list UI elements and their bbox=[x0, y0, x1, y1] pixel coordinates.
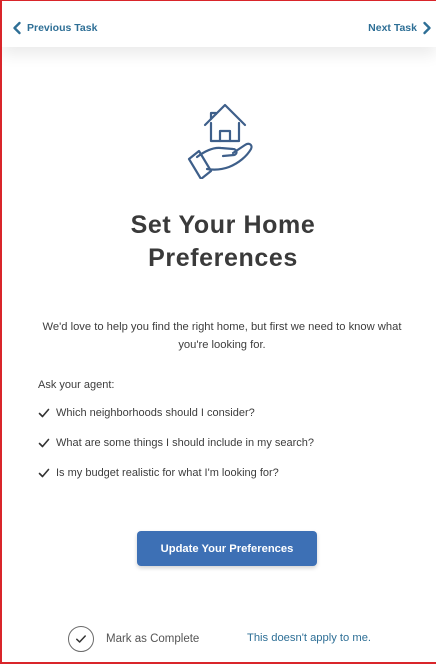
task-intro-text: We'd love to help you find the right hom… bbox=[42, 321, 402, 351]
question-text: What are some things I should include in… bbox=[56, 436, 315, 449]
check-circle-icon[interactable] bbox=[68, 626, 94, 652]
list-item: What are some things I should include in… bbox=[38, 435, 314, 450]
chevron-left-icon bbox=[10, 21, 24, 35]
checkmark-icon bbox=[38, 467, 50, 479]
task-navigation-bar: Previous Task Next Task bbox=[2, 1, 436, 47]
chevron-right-icon bbox=[420, 21, 434, 35]
previous-task-link[interactable]: Previous Task bbox=[10, 21, 97, 35]
task-title-line-1: Set Your Home bbox=[130, 211, 316, 239]
list-item: Is my budget realistic for what I'm look… bbox=[38, 465, 314, 480]
agent-questions-list: Which neighborhoods should I consider? W… bbox=[38, 405, 314, 495]
previous-task-label: Previous Task bbox=[27, 22, 98, 34]
task-title: Set Your Home Preferences bbox=[2, 209, 436, 275]
mark-as-complete-button[interactable]: Mark as Complete bbox=[68, 626, 199, 652]
task-title-line-2: Preferences bbox=[148, 244, 298, 272]
question-text: Which neighborhoods should I consider? bbox=[56, 406, 255, 419]
list-item: Which neighborhoods should I consider? bbox=[38, 405, 314, 420]
checkmark-icon bbox=[38, 437, 50, 449]
next-task-link[interactable]: Next Task bbox=[368, 21, 434, 35]
next-task-label: Next Task bbox=[368, 22, 417, 34]
mark-as-complete-label: Mark as Complete bbox=[106, 633, 200, 645]
task-panel: Previous Task Next Task Set Your Home Pr… bbox=[0, 0, 436, 664]
update-preferences-button[interactable]: Update Your Preferences bbox=[137, 531, 317, 566]
house-in-hand-icon bbox=[183, 101, 263, 181]
question-text: Is my budget realistic for what I'm look… bbox=[56, 466, 279, 479]
ask-agent-label: Ask your agent: bbox=[38, 379, 115, 391]
does-not-apply-link[interactable]: This doesn't apply to me. bbox=[247, 632, 371, 644]
checkmark-icon bbox=[38, 407, 50, 419]
